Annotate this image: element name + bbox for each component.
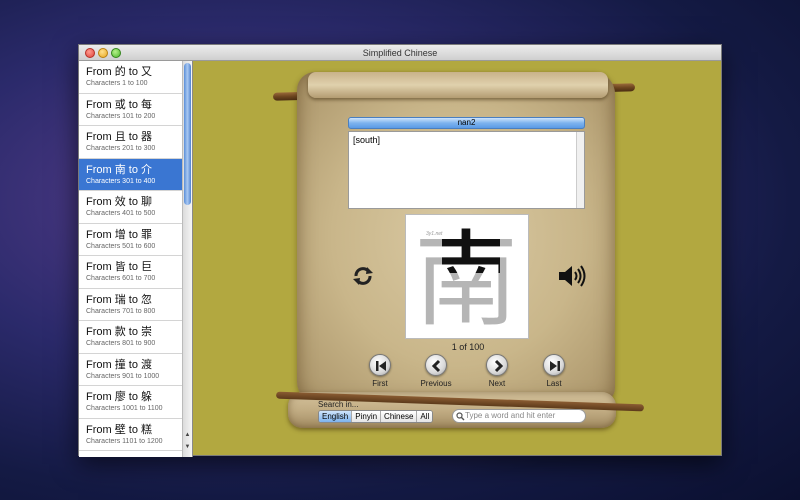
chevron-right-icon	[494, 359, 504, 373]
list-item[interactable]: From 增 to 罪 Characters 501 to 600	[79, 224, 192, 256]
search-mode-chinese[interactable]: Chinese	[381, 411, 418, 422]
list-item-subtitle: Characters 1001 to 1100	[86, 405, 163, 412]
list-item-title: From 撞 to 渡	[86, 358, 153, 371]
search-icon	[456, 412, 465, 421]
pinyin-display: nan2	[348, 117, 585, 129]
window-title: Simplified Chinese	[362, 48, 438, 58]
stroke-progress: 南	[442, 215, 500, 273]
list-item-subtitle: Characters 1101 to 1200	[86, 437, 163, 445]
first-button[interactable]	[369, 354, 391, 376]
sidebar-scrollbar[interactable]: ▲ ▼	[182, 61, 192, 457]
card-logo: 3y1.net	[426, 231, 443, 237]
next-label: Next	[488, 379, 506, 388]
parchment-top-roll	[308, 72, 608, 98]
scroll-thumb[interactable]	[184, 63, 191, 205]
list-item-title: From 或 to 每	[86, 98, 153, 111]
search-in-label: Search in...	[318, 400, 359, 409]
list-item-subtitle: Characters 701 to 800	[86, 307, 156, 315]
last-label: Last	[546, 379, 562, 388]
list-item-title: From 的 to 又	[86, 66, 153, 78]
scroll-up-icon[interactable]: ▲	[183, 431, 192, 440]
list-item-title: From 南 to 介	[86, 163, 153, 176]
list-item[interactable]: From 瑞 to 忽 Characters 701 to 800	[79, 289, 192, 321]
list-item-subtitle: Characters 801 to 900	[86, 340, 156, 347]
list-item-subtitle: Characters 901 to 1000	[86, 372, 160, 380]
refresh-icon[interactable]	[350, 263, 376, 289]
list-item[interactable]: From 的 to 又 Characters 1 to 100	[79, 61, 192, 94]
chevron-left-icon	[431, 359, 441, 373]
definition-text: [south]	[353, 135, 381, 145]
list-item-title: From 款 to 崇	[86, 326, 153, 338]
search-mode-pinyin[interactable]: Pinyin	[352, 411, 382, 422]
search-mode-all[interactable]: All	[417, 411, 433, 422]
list-item-subtitle: Characters 201 to 300	[86, 145, 156, 152]
next-button[interactable]	[486, 354, 508, 376]
definition-box: [south]	[348, 131, 585, 209]
list-item-subtitle: Characters 501 to 600	[86, 242, 156, 250]
list-item[interactable]: From 壁 to 糕 Characters 1101 to 1200	[79, 419, 192, 451]
list-item-selected[interactable]: From 南 to 介 Characters 301 to 400	[79, 158, 192, 191]
list-item-title: From 壁 to 糕	[86, 423, 153, 436]
list-item-title: From 且 to 器	[86, 131, 153, 143]
list-item-subtitle: Characters 601 to 700	[86, 275, 156, 282]
list-item-subtitle: Characters 401 to 500	[86, 210, 156, 217]
skip-forward-icon	[550, 361, 560, 371]
zoom-button[interactable]	[111, 48, 121, 58]
first-label: First	[372, 379, 388, 388]
card-counter: 1 of 100	[451, 342, 485, 352]
list-item[interactable]: From 款 to 崇 Characters 801 to 900	[79, 321, 192, 354]
list-item-title: From 瑞 to 忽	[86, 293, 153, 306]
search-mode-selector: English Pinyin Chinese All	[318, 410, 434, 423]
character-set-list: From 的 to 又 Characters 1 to 100 From 或 t…	[79, 61, 193, 457]
list-item-title: From 效 to 聊	[86, 196, 153, 208]
search-field	[452, 409, 586, 423]
list-item-title: From 廖 to 躲	[86, 391, 153, 403]
definition-scrollbar[interactable]	[576, 132, 584, 208]
minimize-button[interactable]	[98, 48, 108, 58]
list-item[interactable]: From 或 to 每 Characters 101 to 200	[79, 94, 192, 126]
list-item[interactable]: From 皆 to 巨 Characters 601 to 700	[79, 256, 192, 289]
scroll-down-icon[interactable]: ▼	[183, 443, 192, 452]
speaker-icon[interactable]	[557, 264, 587, 288]
list-item-subtitle: Characters 301 to 400	[86, 177, 156, 185]
list-item-title: From 增 to 罪	[86, 228, 153, 241]
skip-back-icon	[376, 361, 386, 371]
title-bar: Simplified Chinese	[79, 45, 721, 61]
search-mode-english[interactable]: English	[319, 411, 353, 422]
list-item-subtitle: Characters 1 to 100	[86, 80, 148, 87]
list-item[interactable]: From 撞 to 渡 Characters 901 to 1000	[79, 354, 192, 386]
search-input[interactable]	[465, 411, 583, 420]
last-button[interactable]	[543, 354, 565, 376]
list-item[interactable]: From 效 to 聊 Characters 401 to 500	[79, 191, 192, 224]
list-item[interactable]: From 且 to 器 Characters 201 to 300	[79, 126, 192, 159]
previous-label: Previous	[420, 379, 452, 388]
previous-button[interactable]	[425, 354, 447, 376]
character-card: 南 南 3y1.net	[405, 214, 529, 339]
list-item[interactable]: From 廖 to 躲 Characters 1001 to 1100	[79, 386, 192, 419]
list-item-title: From 皆 to 巨	[86, 261, 153, 273]
close-button[interactable]	[85, 48, 95, 58]
list-item-subtitle: Characters 101 to 200	[86, 112, 156, 120]
